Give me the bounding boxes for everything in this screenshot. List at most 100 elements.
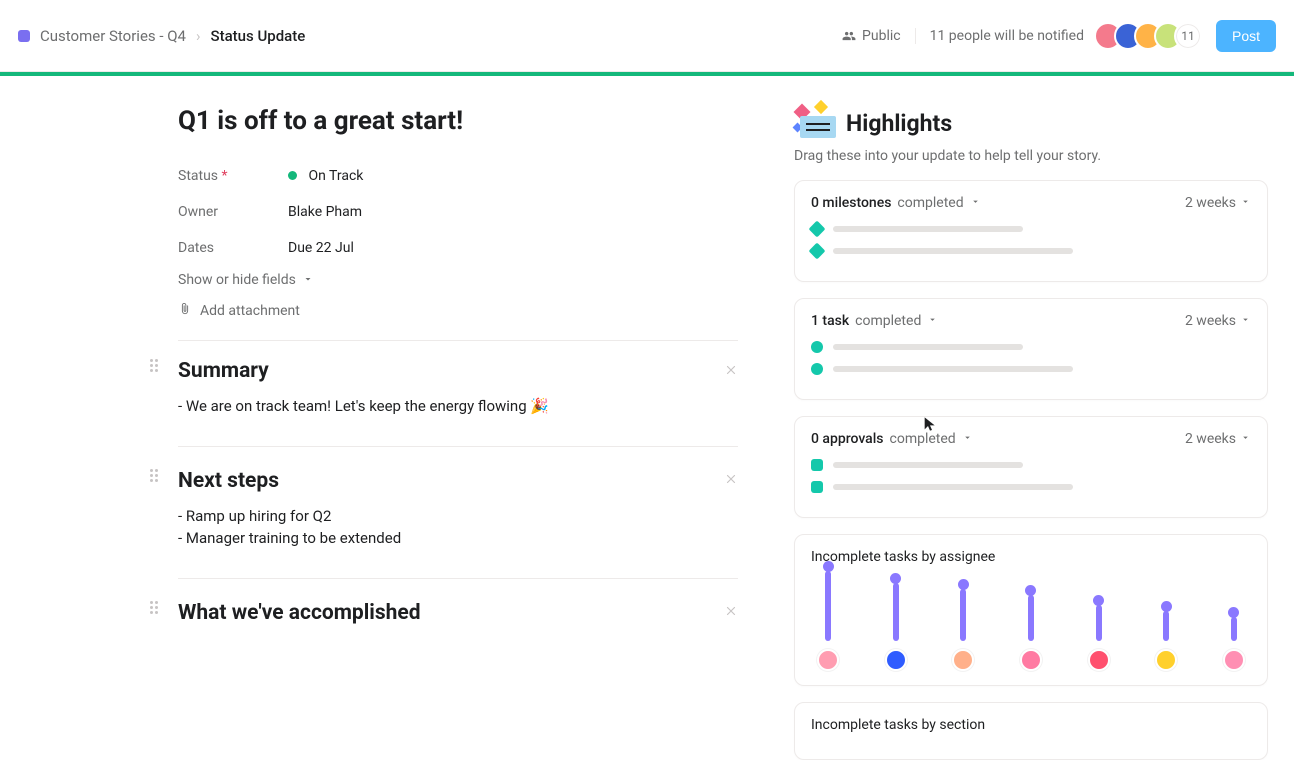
field-owner[interactable]: Owner Blake Pham bbox=[178, 194, 738, 230]
avatar-overflow[interactable]: 11 bbox=[1174, 22, 1202, 50]
placeholder-bar bbox=[833, 226, 1023, 232]
chevron-down-icon bbox=[1240, 313, 1251, 329]
placeholder-bar bbox=[833, 462, 1023, 468]
highlights-sidebar: Highlights Drag these into your update t… bbox=[778, 106, 1276, 728]
card-range-selector[interactable]: 2 weeks bbox=[1185, 431, 1251, 447]
approval-icon bbox=[811, 459, 823, 471]
card-range-selector[interactable]: 2 weeks bbox=[1185, 313, 1251, 329]
card-label: completed bbox=[897, 195, 963, 211]
breadcrumb-current: Status Update bbox=[211, 27, 306, 45]
highlights-title: Highlights bbox=[846, 110, 952, 137]
milestone-icon bbox=[809, 221, 826, 238]
card-label: completed bbox=[890, 431, 956, 447]
section-accomplished: What we've accomplished bbox=[178, 578, 738, 653]
highlight-card-tasks[interactable]: 1 task completed 2 weeks bbox=[794, 298, 1268, 400]
drag-handle-icon[interactable] bbox=[150, 359, 158, 372]
paperclip-icon bbox=[178, 302, 192, 320]
breadcrumb[interactable]: Customer Stories - Q4 › Status Update bbox=[18, 27, 305, 45]
people-icon bbox=[842, 29, 856, 43]
highlights-title-row: Highlights bbox=[794, 106, 1268, 140]
dates-value: Due 22 Jul bbox=[288, 240, 354, 256]
chevron-down-icon bbox=[302, 273, 314, 289]
avatar bbox=[1223, 649, 1245, 671]
chart-bar bbox=[1155, 601, 1177, 671]
highlight-card-approvals[interactable]: 0 approvals completed 2 weeks bbox=[794, 416, 1268, 518]
card-title: Incomplete tasks by assignee bbox=[811, 549, 1251, 565]
card-count: 1 task bbox=[811, 313, 849, 329]
section-summary: Summary - We are on track team! Let's ke… bbox=[178, 359, 738, 446]
card-count: 0 milestones bbox=[811, 195, 891, 211]
task-icon bbox=[811, 341, 823, 353]
close-icon[interactable] bbox=[724, 362, 738, 381]
avatar bbox=[1088, 649, 1110, 671]
field-label: Status bbox=[178, 168, 218, 184]
highlight-card-section-chart[interactable]: Incomplete tasks by section bbox=[794, 702, 1268, 760]
notified-avatars[interactable]: 11 bbox=[1094, 22, 1202, 50]
chart-stem bbox=[1028, 595, 1034, 641]
status-value: On Track bbox=[308, 168, 363, 184]
chart-bar bbox=[817, 561, 839, 671]
post-button[interactable]: Post bbox=[1216, 20, 1276, 52]
avatar bbox=[817, 649, 839, 671]
chevron-down-icon[interactable] bbox=[962, 431, 973, 447]
highlight-card-milestones[interactable]: 0 milestones completed 2 weeks bbox=[794, 180, 1268, 282]
visibility-selector[interactable]: Public bbox=[842, 28, 916, 44]
visibility-label: Public bbox=[862, 28, 901, 44]
approval-icon bbox=[811, 481, 823, 493]
chart-bar bbox=[952, 579, 974, 671]
section-body[interactable]: - We are on track team! Let's keep the e… bbox=[178, 395, 738, 418]
top-bar: Customer Stories - Q4 › Status Update Pu… bbox=[0, 0, 1294, 72]
field-label: Dates bbox=[178, 240, 288, 256]
avatar bbox=[1155, 649, 1177, 671]
card-title: Incomplete tasks by section bbox=[811, 717, 1251, 733]
show-hide-fields-button[interactable]: Show or hide fields bbox=[178, 272, 738, 288]
highlight-card-assignee-chart[interactable]: Incomplete tasks by assignee bbox=[794, 534, 1268, 686]
close-icon[interactable] bbox=[724, 471, 738, 490]
divider bbox=[178, 340, 738, 341]
highlights-icon bbox=[794, 106, 838, 140]
placeholder-bar bbox=[833, 484, 1073, 490]
card-count: 0 approvals bbox=[811, 431, 884, 447]
drag-handle-icon[interactable] bbox=[150, 601, 158, 614]
chart-stem bbox=[1163, 611, 1169, 641]
chevron-down-icon[interactable] bbox=[970, 195, 981, 211]
project-color-dot bbox=[18, 30, 30, 42]
avatar bbox=[1020, 649, 1042, 671]
chart-stem bbox=[1096, 605, 1102, 641]
section-heading[interactable]: What we've accomplished bbox=[178, 601, 724, 625]
section-heading[interactable]: Summary bbox=[178, 359, 724, 383]
section-next-steps: Next steps - Ramp up hiring for Q2 - Man… bbox=[178, 446, 738, 578]
breadcrumb-project[interactable]: Customer Stories - Q4 bbox=[40, 27, 186, 45]
notify-text: 11 people will be notified bbox=[930, 28, 1084, 44]
card-label: completed bbox=[855, 313, 921, 329]
field-dates[interactable]: Dates Due 22 Jul bbox=[178, 230, 738, 266]
drag-handle-icon[interactable] bbox=[150, 469, 158, 482]
chevron-down-icon bbox=[1240, 431, 1251, 447]
placeholder-bar bbox=[833, 344, 1023, 350]
close-icon[interactable] bbox=[724, 603, 738, 622]
status-dot-icon bbox=[288, 171, 297, 180]
section-heading[interactable]: Next steps bbox=[178, 469, 724, 493]
field-status[interactable]: Status * On Track bbox=[178, 158, 738, 194]
field-label: Owner bbox=[178, 204, 288, 220]
owner-value: Blake Pham bbox=[288, 204, 362, 220]
chevron-down-icon[interactable] bbox=[927, 313, 938, 329]
page-title[interactable]: Q1 is off to a great start! bbox=[178, 106, 738, 136]
chart-bar bbox=[1088, 595, 1110, 671]
chevron-right-icon: › bbox=[196, 27, 201, 45]
card-range-selector[interactable]: 2 weeks bbox=[1185, 195, 1251, 211]
highlights-subtitle: Drag these into your update to help tell… bbox=[794, 148, 1268, 164]
avatar bbox=[885, 649, 907, 671]
chart-stem bbox=[960, 589, 966, 641]
chart-stem bbox=[1231, 617, 1237, 641]
milestone-icon bbox=[809, 243, 826, 260]
chart-stem bbox=[825, 571, 831, 641]
placeholder-bar bbox=[833, 366, 1073, 372]
assignee-lollipop-chart bbox=[811, 577, 1251, 671]
section-body[interactable]: - Ramp up hiring for Q2 - Manager traini… bbox=[178, 505, 738, 550]
chart-stem bbox=[893, 583, 899, 641]
required-asterisk: * bbox=[222, 168, 228, 184]
chevron-down-icon bbox=[1240, 195, 1251, 211]
chart-bar bbox=[1020, 585, 1042, 671]
add-attachment-button[interactable]: Add attachment bbox=[178, 302, 738, 320]
